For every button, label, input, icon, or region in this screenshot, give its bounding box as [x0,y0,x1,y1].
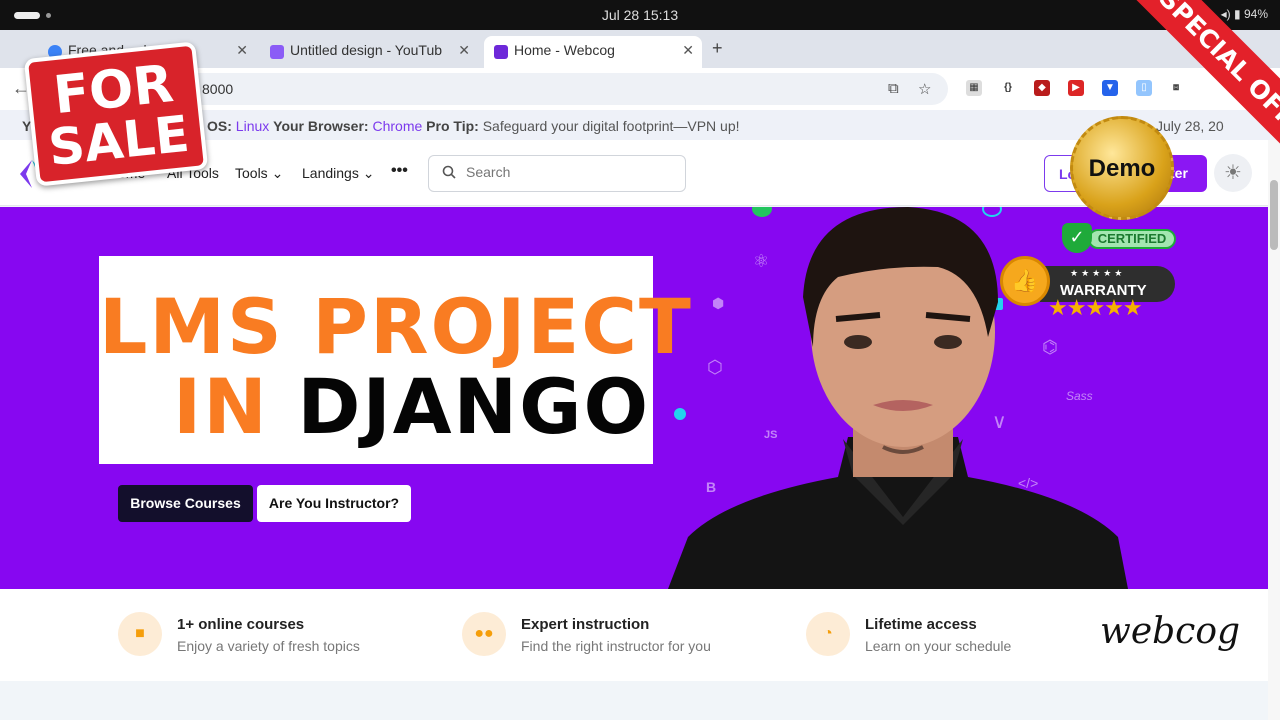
tab-title: Untitled design - YouTub [290,42,443,58]
banner-tip-label: Pro Tip: [426,118,479,134]
for-sale-sticker: FOR SALE [23,41,209,187]
close-icon[interactable]: ✕ [682,42,694,59]
battery-status[interactable]: ◂) ▮ 94% [1221,7,1268,21]
video-icon: ■ [118,612,162,656]
new-tab-button[interactable]: + [712,38,723,59]
tab-untitled-design[interactable]: Untitled design - YouTub ✕ [260,36,478,68]
tab-title: Home - Webcog [514,42,615,58]
tab-favicon-icon [270,45,284,59]
nav-tools-label: Tools [235,165,268,181]
qr-code-icon[interactable]: ▦ [966,80,982,96]
rating-stars-icon: ★★★★★ [1048,295,1143,320]
battery-icon: ▮ [1234,7,1241,21]
webcog-favicon-icon [494,45,508,59]
browse-courses-button[interactable]: Browse Courses [118,485,253,522]
banner-browser-label: Your Browser: [273,118,369,134]
vpn-extension-icon[interactable]: ▼ [1102,80,1118,96]
tab-home-webcog[interactable]: Home - Webcog ✕ [484,36,702,68]
banner-date: July 28, 20 [1156,118,1224,134]
url-text: 8000 [202,81,234,97]
are-you-instructor-button[interactable]: Are You Instructor? [257,485,411,522]
banner-os-value: Linux [235,118,270,134]
search-field[interactable] [428,155,686,192]
docs-extension-icon[interactable]: ▯ [1136,80,1152,96]
banner-browser-value: Chrome [372,118,423,134]
clock-icon: ◔ [806,612,850,656]
feature-expert-instruction: ●● Expert instruction Find the right ins… [462,612,762,660]
bookmark-star-icon[interactable]: ☆ [918,80,931,98]
certified-label: CERTIFIED [1088,229,1176,249]
small-stars-icon: ★★★★★ [1070,268,1126,278]
sun-theme-toggle-icon[interactable]: ☀ [1214,154,1252,192]
nav-landings[interactable]: Landings ⌄ [302,165,374,182]
os-top-bar: Jul 28 15:13 ◂) ▮ 94% [0,0,1280,30]
hero-title-in: IN [173,362,269,451]
users-icon: ●● [462,612,506,656]
feature-title: Lifetime access [865,616,977,633]
features-strip: ■ 1+ online courses Enjoy a variety of f… [0,589,1268,681]
demo-seal: Demo [1070,116,1174,220]
more-menu-icon[interactable]: ••• [391,162,408,180]
shield-extension-icon[interactable]: ◆ [1034,80,1050,96]
chevron-down-icon: ⌄ [362,165,375,181]
nav-tools[interactable]: Tools ⌄ [235,165,283,182]
search-input[interactable] [466,164,666,180]
nav-landings-label: Landings [302,165,359,181]
extensions-puzzle-icon[interactable]: ⧈ [1168,80,1184,96]
check-shield-icon: ✓ [1062,223,1092,253]
page-bottom-area [0,681,1268,720]
feature-subtitle: Learn on your schedule [865,638,1012,654]
volume-icon: ◂) [1220,7,1231,21]
hero-title-line1: LMS PROJECT [99,282,693,371]
chevron-down-icon: ⌄ [271,165,284,181]
feature-subtitle: Enjoy a variety of fresh topics [177,638,360,654]
media-extension-icon[interactable]: ▶ [1068,80,1084,96]
install-app-icon[interactable]: ⧉ [888,80,899,97]
banner-tip-text: Safeguard your digital footprint—VPN up! [482,118,740,134]
warranty-badge: ★★★★★ WARRANTY 👍 ★★★★★ [1000,256,1175,321]
feature-subtitle: Find the right instructor for you [521,638,711,654]
certified-badge: CERTIFIED ✓ [1062,223,1176,253]
hero-title-line2: IN DJANGO [173,362,650,451]
os-clock[interactable]: Jul 28 15:13 [0,7,1280,23]
hero-title-django: DJANGO [297,362,651,451]
scrollbar-thumb[interactable] [1270,180,1278,250]
battery-percent: 94% [1243,7,1268,21]
search-icon [442,165,456,179]
thumbs-up-icon: 👍 [1000,256,1050,306]
webcog-signature: webcog [1100,611,1241,652]
feature-lifetime-access: ◔ Lifetime access Learn on your schedule [806,612,1106,660]
hero-title-card: LMS PROJECT IN DJANGO [99,256,693,464]
close-icon[interactable]: ✕ [236,42,248,59]
close-icon[interactable]: ✕ [458,42,470,59]
feature-online-courses: ■ 1+ online courses Enjoy a variety of f… [118,612,418,660]
feature-title: Expert instruction [521,616,650,633]
feature-title: 1+ online courses [177,616,305,633]
json-extension-icon[interactable]: {} [1000,80,1016,96]
page-scrollbar[interactable] [1268,140,1280,720]
